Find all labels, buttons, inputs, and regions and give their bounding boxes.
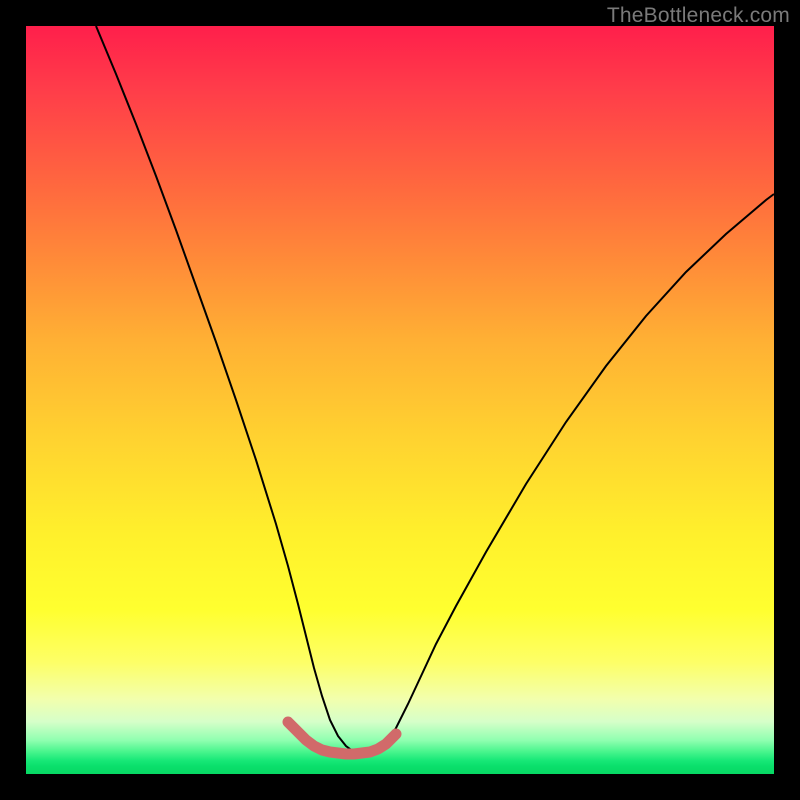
main-curve xyxy=(96,26,774,754)
chart-svg xyxy=(26,26,774,774)
plot-area xyxy=(26,26,774,774)
highlight-valley xyxy=(288,722,396,754)
chart-frame: TheBottleneck.com xyxy=(0,0,800,800)
watermark-text: TheBottleneck.com xyxy=(607,4,790,28)
